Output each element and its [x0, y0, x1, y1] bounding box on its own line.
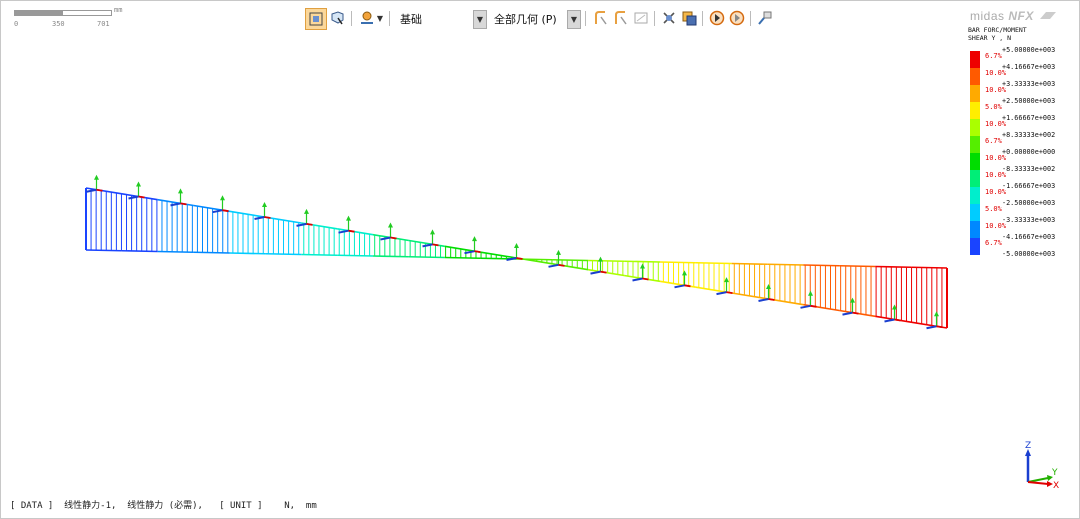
shear-outline-segment — [875, 265, 912, 269]
shear-outline-segment — [193, 251, 230, 254]
x-axis-label: X — [1053, 481, 1059, 490]
shear-outline-segment — [588, 259, 625, 263]
shear-outline-segment — [624, 260, 661, 263]
shear-outline-segment — [229, 252, 266, 255]
z-axis-label: Z — [1025, 441, 1031, 451]
shear-outline-segment — [121, 249, 158, 253]
shear-outline-segment — [301, 253, 338, 257]
shear-outline-segment — [911, 266, 948, 269]
shear-outline-segment — [372, 255, 409, 258]
shear-outline-segment — [444, 256, 481, 260]
shear-outline-segment — [337, 254, 374, 257]
shear-outline-segment — [839, 264, 876, 268]
shear-outline-segment — [408, 255, 445, 259]
shear-outline-segment — [803, 264, 840, 267]
shear-outline-segment — [767, 263, 804, 266]
shear-outline-segment — [85, 249, 122, 252]
shear-outline-segment — [157, 250, 194, 254]
shear-outline-segment — [659, 261, 696, 264]
y-axis-label: Y — [1051, 468, 1058, 478]
shear-force-diagram — [85, 174, 948, 330]
shear-outline-segment — [731, 262, 768, 266]
status-bar: [ DATA ] 线性静力-1, 线性静力 (必需), [ UNIT ] N, … — [10, 501, 317, 511]
x-axis — [1027, 481, 1049, 485]
axis-triad: Z Y X — [1018, 438, 1063, 491]
shear-outline-segment — [552, 258, 589, 262]
shear-outline-segment — [265, 252, 302, 256]
shear-outline-segment — [695, 261, 732, 265]
beam-axis-segment — [229, 210, 266, 218]
